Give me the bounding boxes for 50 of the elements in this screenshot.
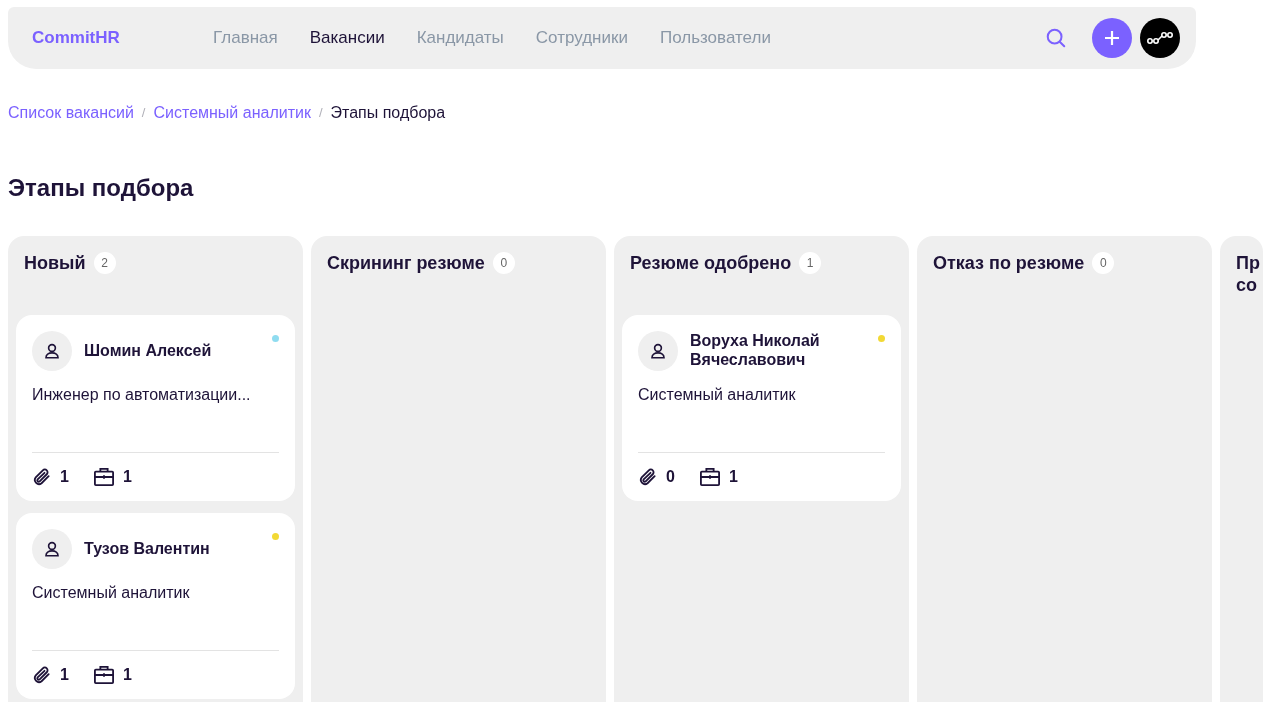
attachment-count: 1 xyxy=(60,467,69,487)
breadcrumb-current: Этапы подбора xyxy=(330,103,446,123)
count-badge: 0 xyxy=(1092,252,1115,274)
user-icon xyxy=(43,342,61,360)
add-button[interactable] xyxy=(1092,18,1132,58)
logo[interactable]: CommitHR xyxy=(32,25,213,51)
nav-link[interactable]: Главная xyxy=(213,25,278,51)
column-title: Отказ по резюме xyxy=(933,252,1085,274)
candidate-position: Системный аналитик xyxy=(638,385,797,405)
briefcase-icon xyxy=(92,467,115,487)
column-title: Скрининг резюме xyxy=(327,252,485,274)
breadcrumb-link[interactable]: Список вакансий xyxy=(8,101,134,125)
search-icon xyxy=(1045,27,1067,49)
plus-icon xyxy=(1103,29,1121,47)
vacancy-count: 1 xyxy=(728,467,738,487)
count-badge: 0 xyxy=(492,252,515,274)
paperclip-icon xyxy=(638,467,658,487)
nav-link[interactable]: Пользователи xyxy=(659,25,771,51)
briefcase-icon xyxy=(92,665,115,685)
candidate-position: Инженер по автоматизации... xyxy=(32,385,252,405)
profile-button[interactable] xyxy=(1140,18,1180,58)
candidate-card[interactable]: Шомин Алексей Инженер по автоматизации... 1 1 xyxy=(16,315,295,501)
breadcrumb-separator: / xyxy=(318,104,323,123)
candidate-name: Тузов Валентин xyxy=(84,539,211,558)
column-title: Новый xyxy=(24,252,86,274)
user-icon xyxy=(43,540,61,558)
nav-link[interactable]: Сотрудники xyxy=(535,25,628,51)
count-badge: 1 xyxy=(799,252,822,274)
paperclip-icon xyxy=(32,467,52,487)
page-title: Этапы подбора xyxy=(8,173,195,203)
count-badge: 2 xyxy=(93,252,116,274)
vacancy-count: 1 xyxy=(122,665,132,685)
candidate-name: Шомин Алексей xyxy=(84,341,213,360)
attachment-count: 0 xyxy=(666,467,675,487)
candidate-name: Воруха Николай Вячеславович xyxy=(690,331,821,369)
candidate-position: Системный аналитик xyxy=(32,583,191,603)
breadcrumb-link[interactable]: Системный аналитик xyxy=(153,101,311,125)
candidate-card[interactable]: Воруха Николай Вячеславович Системный аналитик 0 1 xyxy=(622,315,901,501)
attachment-count: 1 xyxy=(60,665,69,685)
breadcrumb-separator: / xyxy=(141,104,146,123)
paperclip-icon xyxy=(32,665,52,685)
candidate-card[interactable]: Тузов Валентин Системный аналитик 1 1 xyxy=(16,513,295,699)
vacancy-count: 1 xyxy=(122,467,132,487)
nav-link[interactable]: Вакансии xyxy=(309,25,385,51)
nodes-icon xyxy=(1147,31,1173,45)
briefcase-icon xyxy=(698,467,721,487)
column-title: Резюме одобрено xyxy=(630,252,792,274)
column-title: Пр со xyxy=(1236,252,1261,296)
user-icon xyxy=(649,342,667,360)
nav-link[interactable]: Кандидаты xyxy=(416,25,504,51)
